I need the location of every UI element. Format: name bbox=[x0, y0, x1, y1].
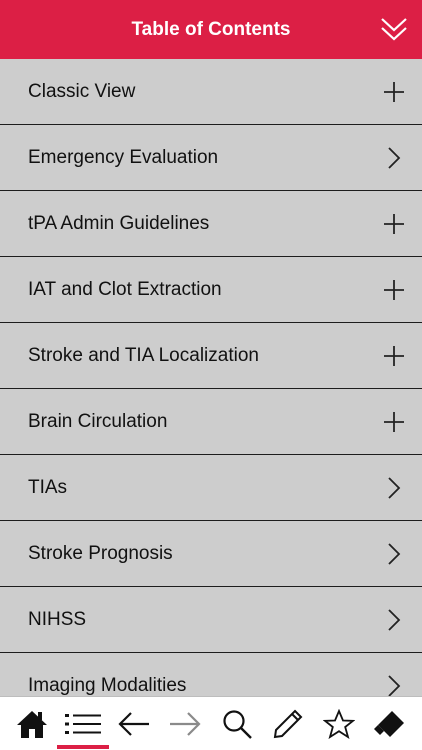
eraser-button[interactable] bbox=[368, 697, 412, 750]
star-icon bbox=[323, 708, 356, 739]
toc-item-label: NIHSS bbox=[28, 608, 87, 630]
arrow-right-icon bbox=[170, 711, 201, 736]
chevron-right-icon bbox=[382, 608, 406, 632]
toc-item-label: Stroke and TIA Localization bbox=[28, 344, 259, 366]
toc-item-tpa-admin-guidelines[interactable]: tPA Admin Guidelines bbox=[0, 191, 422, 257]
toc-list: Classic View Emergency Evaluation tPA Ad… bbox=[0, 59, 422, 696]
chevron-right-icon bbox=[382, 476, 406, 500]
plus-icon[interactable] bbox=[382, 80, 406, 104]
toc-item-label: IAT and Clot Extraction bbox=[28, 278, 222, 300]
toc-item-imaging-modalities[interactable]: Imaging Modalities bbox=[0, 653, 422, 696]
plus-icon[interactable] bbox=[382, 410, 406, 434]
plus-icon[interactable] bbox=[382, 212, 406, 236]
home-button[interactable] bbox=[10, 697, 54, 750]
plus-icon[interactable] bbox=[382, 278, 406, 302]
toc-item-stroke-prognosis[interactable]: Stroke Prognosis bbox=[0, 521, 422, 587]
arrow-left-icon bbox=[118, 711, 150, 736]
toc-item-tias[interactable]: TIAs bbox=[0, 455, 422, 521]
toc-item-label: Emergency Evaluation bbox=[28, 146, 219, 168]
toc-item-stroke-tia-localization[interactable]: Stroke and TIA Localization bbox=[0, 323, 422, 389]
search-icon bbox=[223, 709, 252, 739]
annotate-button[interactable] bbox=[266, 697, 310, 750]
toc-item-nihss[interactable]: NIHSS bbox=[0, 587, 422, 653]
home-icon bbox=[16, 710, 47, 738]
toc-item-label: Imaging Modalities bbox=[28, 674, 187, 696]
toc-item-label: TIAs bbox=[28, 476, 68, 498]
double-chevron-down-icon bbox=[381, 18, 407, 41]
eraser-icon bbox=[374, 710, 405, 737]
search-button[interactable] bbox=[215, 697, 259, 750]
toc-item-emergency-evaluation[interactable]: Emergency Evaluation bbox=[0, 125, 422, 191]
bottom-toolbar bbox=[0, 696, 422, 750]
toc-item-label: Brain Circulation bbox=[28, 410, 168, 432]
toc-item-classic-view[interactable]: Classic View bbox=[0, 59, 422, 125]
chevron-right-icon bbox=[382, 674, 406, 696]
chevron-right-icon bbox=[382, 542, 406, 566]
toc-item-label: Stroke Prognosis bbox=[28, 542, 173, 564]
list-icon bbox=[64, 713, 101, 734]
chevron-right-icon bbox=[382, 146, 406, 170]
collapse-button[interactable] bbox=[378, 14, 410, 44]
toc-item-label: tPA Admin Guidelines bbox=[28, 212, 210, 234]
favorites-button[interactable] bbox=[317, 697, 361, 750]
toc-item-label: Classic View bbox=[28, 80, 136, 102]
header-bar: Table of Contents bbox=[0, 0, 422, 59]
pencil-icon bbox=[273, 709, 303, 738]
page-title: Table of Contents bbox=[131, 18, 291, 40]
toc-item-brain-circulation[interactable]: Brain Circulation bbox=[0, 389, 422, 455]
toc-item-iat-clot-extraction[interactable]: IAT and Clot Extraction bbox=[0, 257, 422, 323]
list-button[interactable] bbox=[56, 697, 109, 750]
back-button[interactable] bbox=[112, 697, 156, 750]
forward-button[interactable] bbox=[163, 697, 207, 750]
plus-icon[interactable] bbox=[382, 344, 406, 368]
